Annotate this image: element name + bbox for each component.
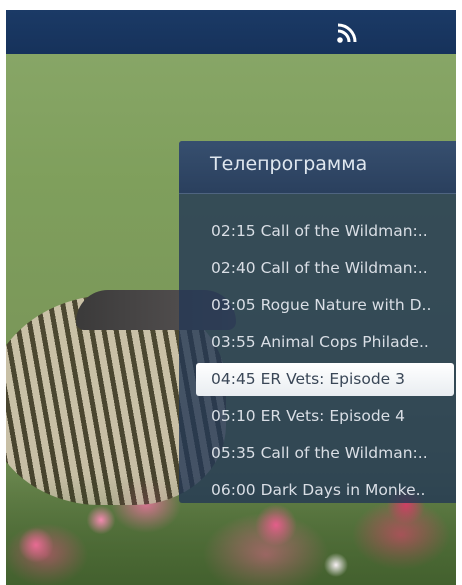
rss-feed-icon[interactable] <box>336 22 358 44</box>
top-bar <box>6 10 456 54</box>
tv-screen: Телепрограмма 02:15 Call of the Wildman:… <box>6 10 456 585</box>
program-list: 02:15 Call of the Wildman:.. 02:40 Call … <box>196 213 454 509</box>
program-item-selected[interactable]: 04:45 ER Vets: Episode 3 <box>196 363 454 396</box>
panel-header: Телепрограмма <box>179 141 456 194</box>
program-item[interactable]: 02:40 Call of the Wildman:.. <box>196 250 454 287</box>
tv-guide-panel: Телепрограмма 02:15 Call of the Wildman:… <box>179 141 456 503</box>
program-item[interactable]: 03:05 Rogue Nature with D.. <box>196 287 454 324</box>
program-item[interactable]: 05:10 ER Vets: Episode 4 <box>196 398 454 435</box>
program-item[interactable]: 06:00 Dark Days in Monke.. <box>196 472 454 509</box>
program-item[interactable]: 05:35 Call of the Wildman:.. <box>196 435 454 472</box>
program-item[interactable]: 03:55 Animal Cops Philade.. <box>196 324 454 361</box>
program-item[interactable]: 02:15 Call of the Wildman:.. <box>196 213 454 250</box>
panel-title: Телепрограмма <box>210 153 368 175</box>
